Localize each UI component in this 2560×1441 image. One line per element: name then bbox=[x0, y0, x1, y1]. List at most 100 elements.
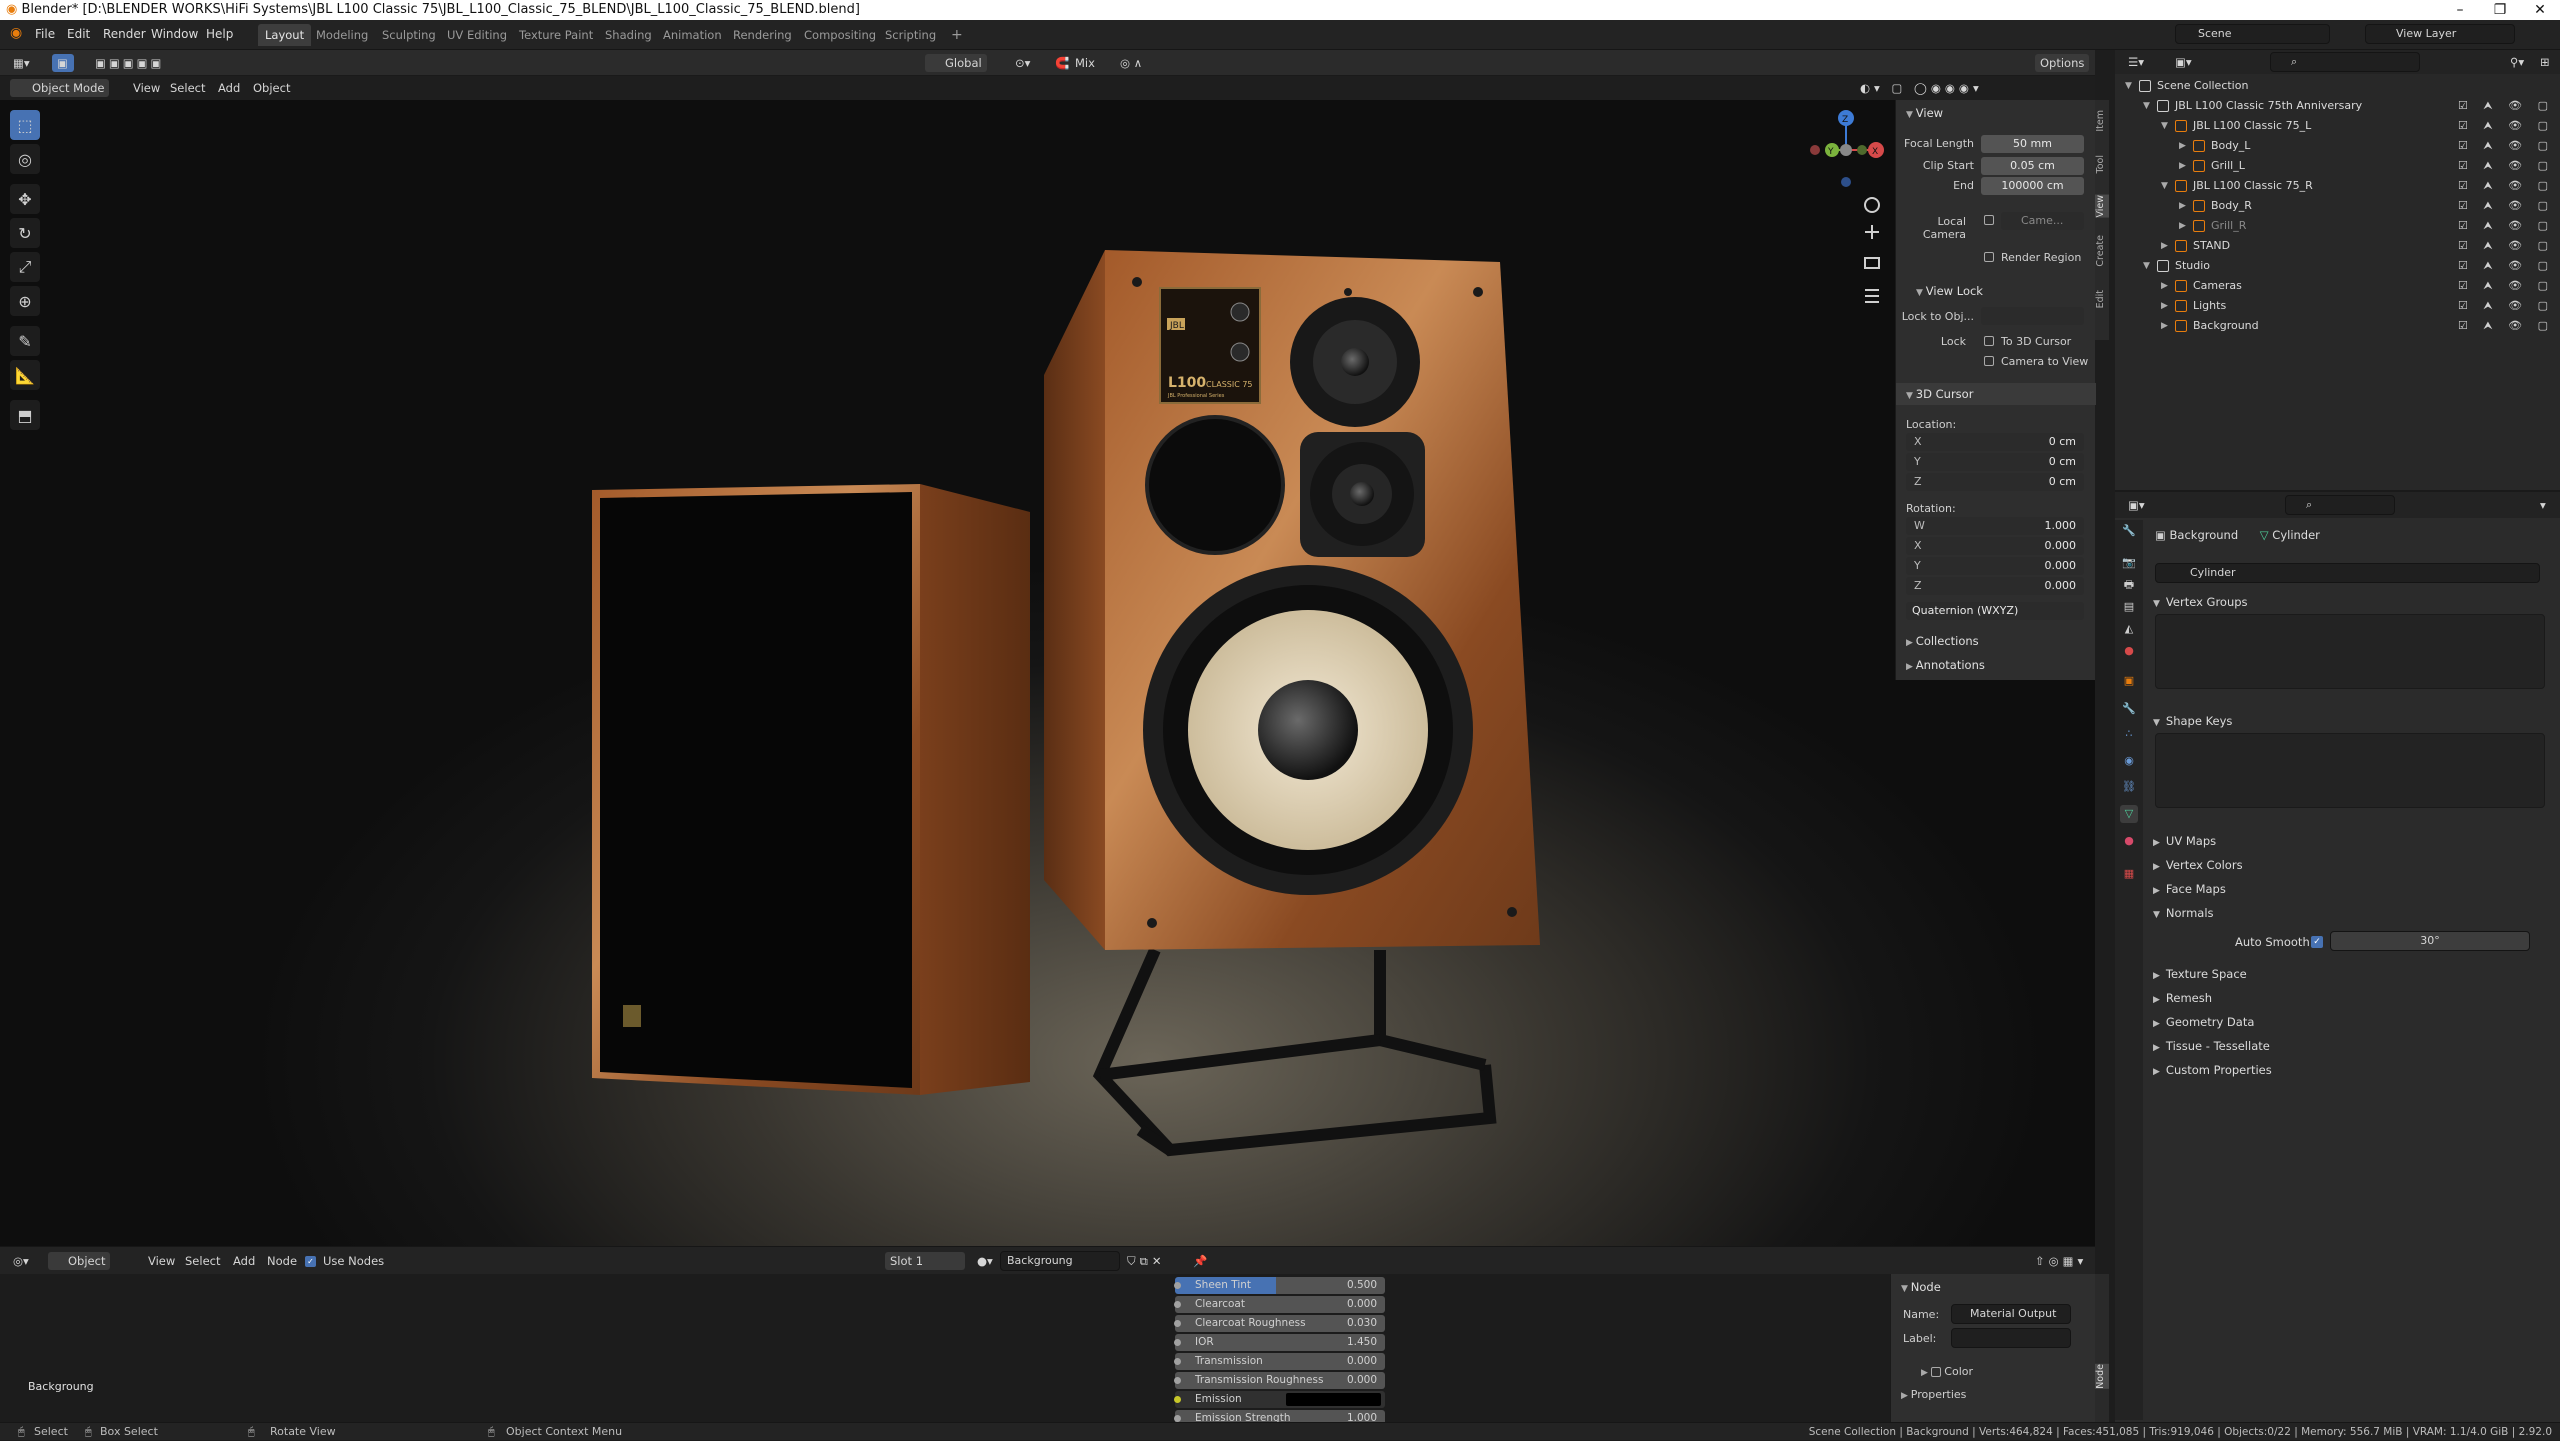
tab-shading[interactable]: Shading bbox=[598, 24, 659, 46]
new-collection-icon[interactable]: ⊞ bbox=[2535, 53, 2555, 71]
outliner-row[interactable]: ▶ Cameras ☑ ⮝ 👁 ▢ bbox=[2115, 276, 2560, 296]
constraints-properties-icon[interactable]: ⛓ bbox=[2120, 778, 2138, 796]
pin-icon[interactable]: 📌 bbox=[1188, 1252, 1212, 1270]
visibility-toggles-icon[interactable]: ☑ ⮝ 👁 ▢ bbox=[2458, 176, 2554, 196]
material-properties-icon[interactable]: ● bbox=[2120, 832, 2138, 850]
options-menu[interactable]: Options bbox=[2035, 54, 2090, 72]
remesh-header[interactable]: ▶ Remesh bbox=[2153, 991, 2212, 1005]
tab-rendering[interactable]: Rendering bbox=[726, 24, 799, 46]
properties-options-icon[interactable]: ▾ bbox=[2535, 496, 2551, 514]
disclosure-triangle-icon[interactable]: ▶ bbox=[2179, 136, 2186, 156]
sidebar-tab-edit[interactable]: Edit bbox=[2095, 290, 2109, 308]
3d-cursor-section-header[interactable]: ▼ 3D Cursor bbox=[1896, 383, 2096, 405]
add-cube-tool-icon[interactable]: ⬒ bbox=[10, 400, 40, 430]
tab-modeling[interactable]: Modeling bbox=[309, 24, 375, 46]
disclosure-triangle-icon[interactable]: ▶ bbox=[2179, 156, 2186, 176]
viewport-shading-icons[interactable]: ◐▾ ▢ ◯◉◉◉▾ bbox=[1855, 79, 1988, 97]
selection-mode-icons[interactable]: ▣▣▣▣▣ bbox=[90, 54, 169, 72]
viewport-menu-object[interactable]: Object bbox=[248, 79, 295, 97]
outliner-row[interactable]: ▶ Lights ☑ ⮝ 👁 ▢ bbox=[2115, 296, 2560, 316]
outliner-row[interactable]: ▼ JBL L100 Classic 75_L ☑ ⮝ 👁 ▢ bbox=[2115, 116, 2560, 136]
disclosure-triangle-icon[interactable]: ▼ bbox=[2143, 256, 2150, 276]
scene-selector[interactable]: Scene bbox=[2175, 24, 2330, 44]
outliner-row[interactable]: ▶ STAND ☑ ⮝ 👁 ▢ bbox=[2115, 236, 2560, 256]
disclosure-triangle-icon[interactable]: ▼ bbox=[2125, 76, 2132, 96]
visibility-toggles-icon[interactable]: ☑ ⮝ 👁 ▢ bbox=[2458, 196, 2554, 216]
to-3d-cursor-checkbox[interactable] bbox=[1984, 336, 1994, 346]
vertex-colors-header[interactable]: ▶ Vertex Colors bbox=[2153, 858, 2243, 872]
clip-end-field[interactable]: 100000 cm bbox=[1981, 177, 2084, 195]
measure-tool-icon[interactable]: 📐 bbox=[10, 360, 40, 390]
node-input-row[interactable]: Transmission 0.000 bbox=[1174, 1353, 1385, 1370]
material-name-field[interactable]: Backgroung bbox=[1000, 1251, 1120, 1271]
mesh-data-properties-icon[interactable]: ▽ bbox=[2120, 805, 2138, 823]
node-sidebar-tab-node[interactable]: Node bbox=[2095, 1364, 2109, 1389]
node-menu-add[interactable]: Add bbox=[228, 1252, 260, 1270]
cursor-location-y[interactable]: Y0 cm bbox=[1906, 453, 2084, 471]
close-window-button[interactable]: ✕ bbox=[2520, 0, 2560, 20]
properties-editor-type-icon[interactable]: ▣▾ bbox=[2123, 496, 2150, 514]
navigation-gizmo[interactable]: Z X Y bbox=[1810, 110, 1884, 187]
visibility-toggles-icon[interactable]: ☑ ⮝ 👁 ▢ bbox=[2458, 316, 2554, 336]
node-label-field[interactable] bbox=[1951, 1328, 2071, 1348]
camera-to-view-checkbox[interactable] bbox=[1984, 356, 1994, 366]
visibility-toggles-icon[interactable]: ☑ ⮝ 👁 ▢ bbox=[2458, 236, 2554, 256]
view-lock-header[interactable]: ▼ View Lock bbox=[1896, 280, 2096, 302]
editor-type-icon[interactable]: ▦▾ bbox=[8, 54, 35, 72]
visibility-toggles-icon[interactable]: ☑ ⮝ 👁 ▢ bbox=[2458, 216, 2554, 236]
visibility-toggles-icon[interactable]: ☑ ⮝ 👁 ▢ bbox=[2458, 276, 2554, 296]
outliner-row[interactable]: ▶ Grill_L ☑ ⮝ 👁 ▢ bbox=[2115, 156, 2560, 176]
outliner-row[interactable]: ▼ Scene Collection bbox=[2115, 76, 2560, 96]
material-actions-icons[interactable]: ⛉⧉✕ bbox=[1122, 1252, 1170, 1270]
tab-texture-paint[interactable]: Texture Paint bbox=[512, 24, 600, 46]
menu-window[interactable]: Window bbox=[151, 27, 198, 41]
node-input-row[interactable]: Transmission Roughness 0.000 bbox=[1174, 1372, 1385, 1389]
visibility-toggles-icon[interactable]: ☑ ⮝ 👁 ▢ bbox=[2458, 296, 2554, 316]
outliner-row[interactable]: ▶ Background ☑ ⮝ 👁 ▢ bbox=[2115, 316, 2560, 336]
rotate-tool-icon[interactable]: ↻ bbox=[10, 218, 40, 248]
snap-mode[interactable]: Mix bbox=[1070, 54, 1100, 72]
node-editor-canvas[interactable]: Backgroung Sheen Tint 0.500 Clearcoat 0.000… bbox=[0, 1274, 1890, 1427]
outliner-row[interactable]: ▶ Body_R ☑ ⮝ 👁 ▢ bbox=[2115, 196, 2560, 216]
texture-properties-icon[interactable]: ▦ bbox=[2120, 865, 2138, 883]
transform-tool-icon[interactable]: ⊕ bbox=[10, 286, 40, 316]
mesh-name-field[interactable]: Cylinder bbox=[2155, 563, 2540, 583]
node-socket-icon[interactable] bbox=[1174, 1358, 1181, 1365]
local-camera-field[interactable]: Came... bbox=[2001, 212, 2084, 230]
vertex-groups-list[interactable] bbox=[2155, 614, 2545, 689]
rotation-mode-dropdown[interactable]: Quaternion (WXYZ) bbox=[1906, 602, 2084, 620]
lock-to-object-field[interactable] bbox=[1981, 307, 2084, 325]
node-section-header[interactable]: ▼ Node bbox=[1891, 1276, 2091, 1298]
world-properties-icon[interactable]: ● bbox=[2120, 642, 2138, 660]
node-menu-view[interactable]: View bbox=[143, 1252, 180, 1270]
visibility-toggles-icon[interactable]: ☑ ⮝ 👁 ▢ bbox=[2458, 116, 2554, 136]
outliner-editor-type-icon[interactable]: ☰▾ bbox=[2123, 53, 2149, 71]
outliner-row[interactable]: ▶ Grill_R ☑ ⮝ 👁 ▢ bbox=[2115, 216, 2560, 236]
left-speaker[interactable] bbox=[592, 484, 1030, 1095]
node-input-row[interactable]: Clearcoat Roughness 0.030 bbox=[1174, 1315, 1385, 1332]
auto-smooth-checkbox[interactable]: ✓ bbox=[2311, 936, 2323, 948]
disclosure-triangle-icon[interactable]: ▶ bbox=[2161, 316, 2168, 336]
maximize-button[interactable]: ❐ bbox=[2480, 0, 2520, 20]
disclosure-triangle-icon[interactable]: ▼ bbox=[2143, 96, 2150, 116]
outliner-row[interactable]: ▶ Body_L ☑ ⮝ 👁 ▢ bbox=[2115, 136, 2560, 156]
sidebar-tab-view[interactable]: View bbox=[2095, 195, 2109, 218]
disclosure-triangle-icon[interactable]: ▼ bbox=[2161, 116, 2168, 136]
cursor-rotation-y[interactable]: Y 0.000 bbox=[1906, 557, 2084, 575]
focal-length-field[interactable]: 50 mm bbox=[1981, 135, 2084, 153]
add-workspace-button[interactable]: + bbox=[944, 24, 970, 46]
scale-tool-icon[interactable]: ⤢ bbox=[10, 252, 40, 282]
physics-properties-icon[interactable]: ◉ bbox=[2120, 752, 2138, 770]
node-name-field[interactable]: Material Output bbox=[1951, 1304, 2071, 1324]
zoom-icon[interactable] bbox=[1864, 197, 1880, 213]
disclosure-triangle-icon[interactable]: ▼ bbox=[2161, 176, 2168, 196]
menu-render[interactable]: Render bbox=[103, 27, 146, 41]
render-properties-icon[interactable]: 📷 bbox=[2120, 554, 2138, 572]
node-socket-icon[interactable] bbox=[1174, 1282, 1181, 1289]
cursor-tool-icon[interactable]: ◎ bbox=[10, 144, 40, 174]
visibility-toggles-icon[interactable]: ☑ ⮝ 👁 ▢ bbox=[2458, 136, 2554, 156]
node-socket-icon[interactable] bbox=[1174, 1415, 1181, 1422]
material-browse-icon[interactable]: ●▾ bbox=[972, 1252, 998, 1270]
select-mode-icon[interactable]: ▣ bbox=[52, 54, 74, 72]
shape-keys-header[interactable]: ▼ Shape Keys bbox=[2153, 714, 2232, 728]
